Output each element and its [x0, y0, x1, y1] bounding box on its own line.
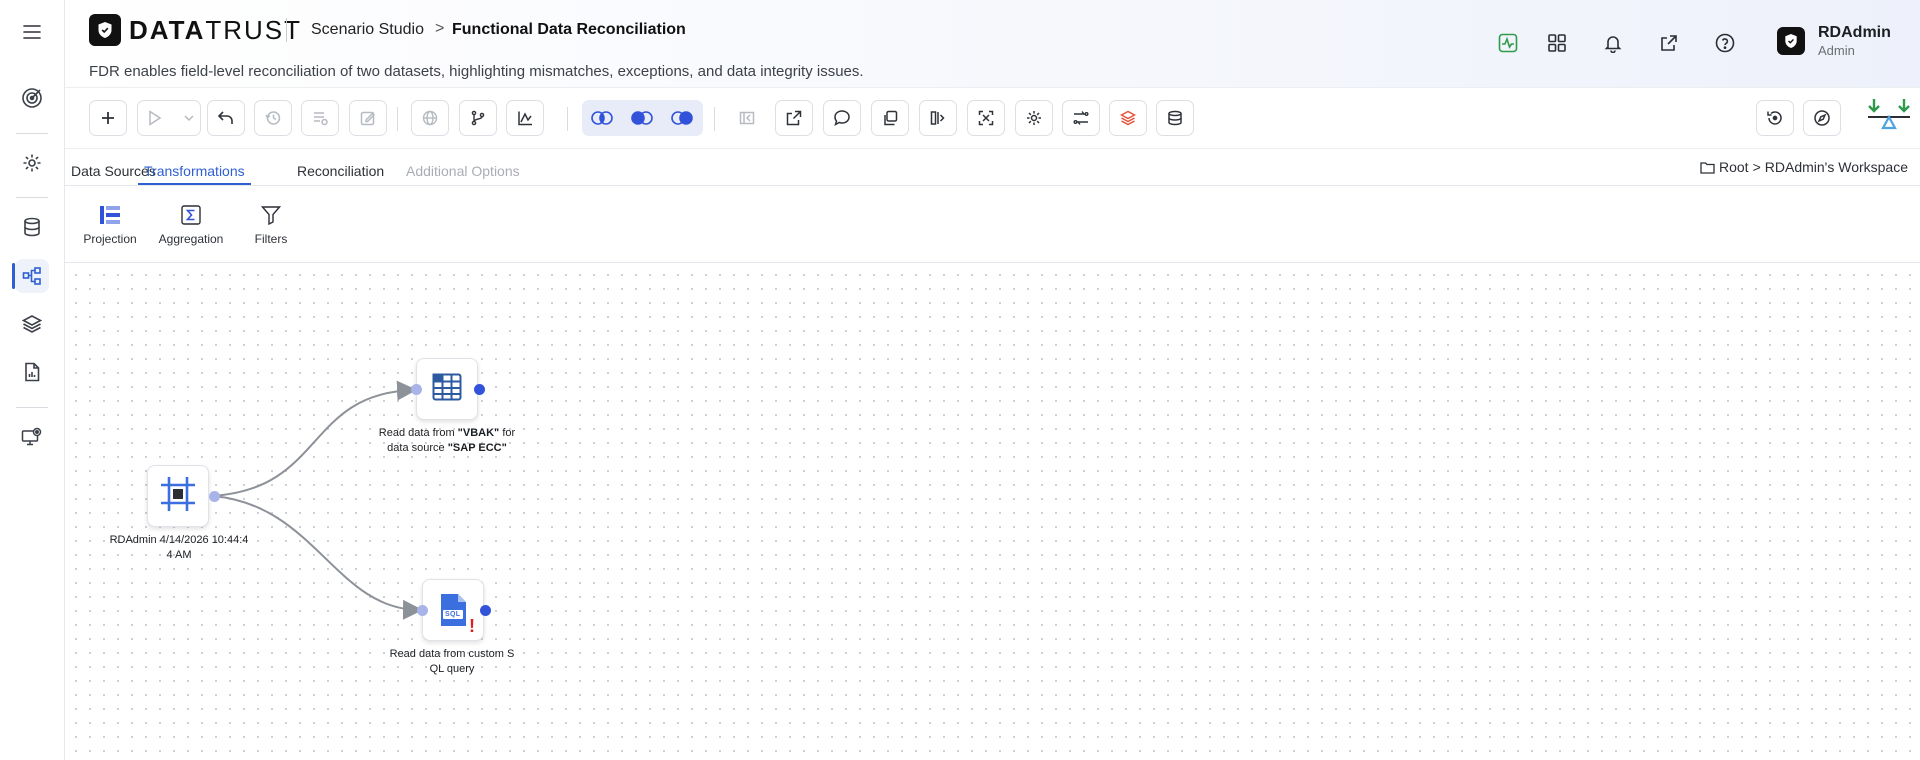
- frame-icon: [159, 475, 197, 518]
- join-type-group: [582, 100, 703, 136]
- stack-layers-button[interactable]: [1109, 100, 1147, 136]
- start-node[interactable]: [147, 465, 209, 527]
- palette-label: Projection: [83, 232, 137, 246]
- user-menu[interactable]: RDAdmin Admin: [1777, 24, 1891, 58]
- run-button[interactable]: [137, 100, 201, 136]
- chart-line-button[interactable]: [506, 100, 544, 136]
- globe-button[interactable]: [411, 100, 449, 136]
- folder-icon: [1700, 161, 1715, 174]
- chevron-down-icon[interactable]: [184, 111, 194, 130]
- funnel-icon: [236, 202, 306, 228]
- table-icon: [432, 373, 462, 406]
- sql-file-icon: SQL: [438, 593, 468, 627]
- toolbar-divider: [567, 107, 568, 131]
- rail-separator: [16, 197, 48, 198]
- settings-button[interactable]: [1015, 100, 1053, 136]
- palette-aggregation[interactable]: Aggregation: [156, 202, 226, 246]
- palette-filters[interactable]: Filters: [236, 202, 306, 246]
- rail-separator: [16, 133, 48, 134]
- play-icon: [148, 110, 162, 131]
- toolbar-divider: [397, 107, 398, 131]
- fit-view-button[interactable]: [967, 100, 1005, 136]
- add-node-button[interactable]: [89, 100, 127, 136]
- tab-reconciliation[interactable]: Reconciliation: [297, 150, 384, 185]
- projection-icon: [75, 202, 145, 228]
- edit-button[interactable]: [349, 100, 387, 136]
- workflow-canvas[interactable]: RDAdmin 4/14/2026 10:44:4 4 AM Read data…: [65, 264, 1920, 760]
- palette-label: Aggregation: [158, 232, 224, 246]
- data-store-button[interactable]: [1156, 100, 1194, 136]
- export-button[interactable]: [775, 100, 813, 136]
- collapse-panel-button[interactable]: [728, 100, 766, 136]
- transformation-palette: Projection Aggregation Filters: [65, 186, 1920, 263]
- layers-icon[interactable]: [15, 307, 49, 341]
- branch-button[interactable]: [459, 100, 497, 136]
- restore-button[interactable]: [1756, 100, 1794, 136]
- table-source-node[interactable]: [416, 358, 478, 420]
- undo-button[interactable]: [207, 100, 245, 136]
- compass-button[interactable]: [1803, 100, 1841, 136]
- bell-icon[interactable]: [1600, 30, 1626, 56]
- log-list-button[interactable]: [301, 100, 339, 136]
- workspace-breadcrumb[interactable]: Root > RDAdmin's Workspace: [1700, 159, 1908, 175]
- right-join-icon[interactable]: [662, 100, 702, 136]
- left-join-icon[interactable]: [622, 100, 662, 136]
- tab-additional-options[interactable]: Additional Options: [406, 150, 520, 185]
- left-rail: [0, 0, 65, 760]
- palette-label: Filters: [254, 232, 288, 246]
- apps-grid-icon[interactable]: [1544, 30, 1570, 56]
- shield-logo-icon: [89, 14, 121, 46]
- sql-node-output-port[interactable]: [480, 605, 491, 616]
- help-icon[interactable]: [1712, 30, 1738, 56]
- edges-layer: [211, 380, 423, 620]
- monitor-eye-icon[interactable]: [15, 420, 49, 454]
- tab-transformations[interactable]: Transformations: [138, 150, 251, 185]
- copy-button[interactable]: [871, 100, 909, 136]
- sql-node-label: Read data from custom S QL query: [389, 648, 515, 675]
- palette-projection[interactable]: Projection: [75, 202, 145, 246]
- path-root[interactable]: Root: [1719, 159, 1749, 175]
- sql-tag: SQL: [445, 611, 461, 618]
- table-node-output-port[interactable]: [474, 384, 485, 395]
- report-icon[interactable]: [15, 355, 49, 389]
- history-button[interactable]: [254, 100, 292, 136]
- sql-node-input-port[interactable]: [417, 605, 428, 616]
- canvas-toolbar: [65, 89, 1920, 149]
- path-separator: >: [1752, 159, 1761, 175]
- start-node-output-port[interactable]: [209, 491, 220, 502]
- user-name: RDAdmin: [1818, 24, 1891, 41]
- sigma-icon: [156, 202, 226, 228]
- rail-separator: [16, 407, 48, 408]
- warning-exclamation-icon: !: [469, 616, 475, 636]
- gear-icon[interactable]: [15, 146, 49, 180]
- sql-source-node[interactable]: SQL !: [422, 579, 484, 641]
- workflow-icon[interactable]: [12, 259, 49, 293]
- path-workspace[interactable]: RDAdmin's Workspace: [1765, 159, 1908, 175]
- external-link-icon[interactable]: [1656, 30, 1682, 56]
- hamburger-menu-icon[interactable]: [15, 15, 49, 49]
- logo-text: DATATRUST: [129, 14, 303, 45]
- page-title: Functional Data Reconciliation: [452, 21, 686, 38]
- avatar: [1777, 27, 1805, 55]
- comment-button[interactable]: [823, 100, 861, 136]
- breadcrumb-chevron-icon: >: [435, 20, 445, 37]
- app-header: DATATRUST Scenario Studio > Functional D…: [65, 0, 1920, 88]
- activity-pulse-icon[interactable]: [1495, 30, 1521, 56]
- table-node-input-port[interactable]: [411, 384, 422, 395]
- inner-join-icon[interactable]: [582, 100, 622, 136]
- toolbar-divider: [714, 107, 715, 131]
- page-description: FDR enables field-level reconciliation o…: [89, 63, 864, 80]
- target-icon[interactable]: [15, 81, 49, 115]
- user-role: Admin: [1818, 43, 1855, 58]
- datatrust-logo[interactable]: DATATRUST: [89, 14, 302, 46]
- tab-bar: Data Sources Transformations Reconciliat…: [65, 150, 1920, 186]
- start-node-label: RDAdmin 4/14/2026 10:44:4 4 AM: [109, 534, 249, 561]
- database-icon[interactable]: [15, 210, 49, 244]
- header-divider: [286, 18, 287, 42]
- swap-button[interactable]: [1062, 100, 1100, 136]
- breadcrumb-scenario-studio[interactable]: Scenario Studio: [311, 21, 424, 39]
- balance-scale-icon[interactable]: [1866, 97, 1912, 137]
- align-button[interactable]: [919, 100, 957, 136]
- table-node-label: Read data from "VBAK" for data source "S…: [378, 427, 516, 454]
